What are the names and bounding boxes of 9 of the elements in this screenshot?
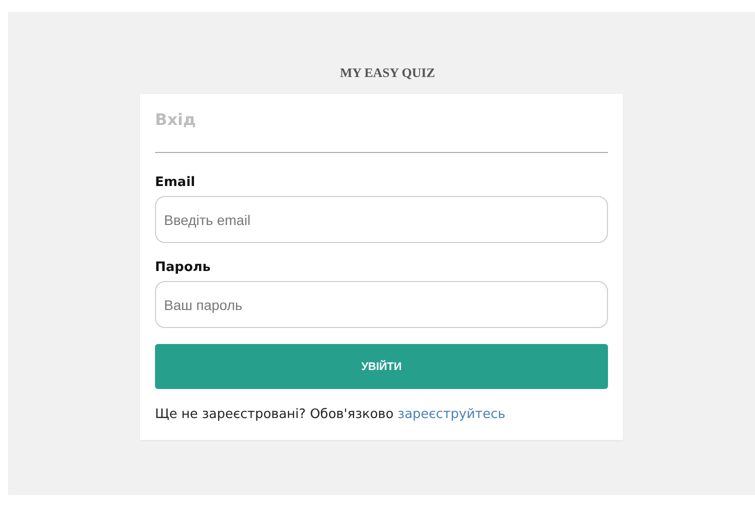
input-field[interactable]: Ваш пароль	[155, 281, 608, 328]
register-prompt: Ще не зареєстровані? Обов'язково зареєструйтесь	[155, 407, 506, 422]
form-heading: Вхід	[155, 109, 197, 131]
field-label: Пароль	[155, 260, 212, 275]
login-button[interactable]: УВІЙТИ	[155, 344, 608, 389]
field-label: Email	[155, 175, 196, 190]
register-link[interactable]: зареєструйтесь	[398, 407, 506, 422]
input-field[interactable]: Введіть email	[155, 196, 608, 243]
app-title: MY EASY QUIZ	[340, 65, 436, 81]
